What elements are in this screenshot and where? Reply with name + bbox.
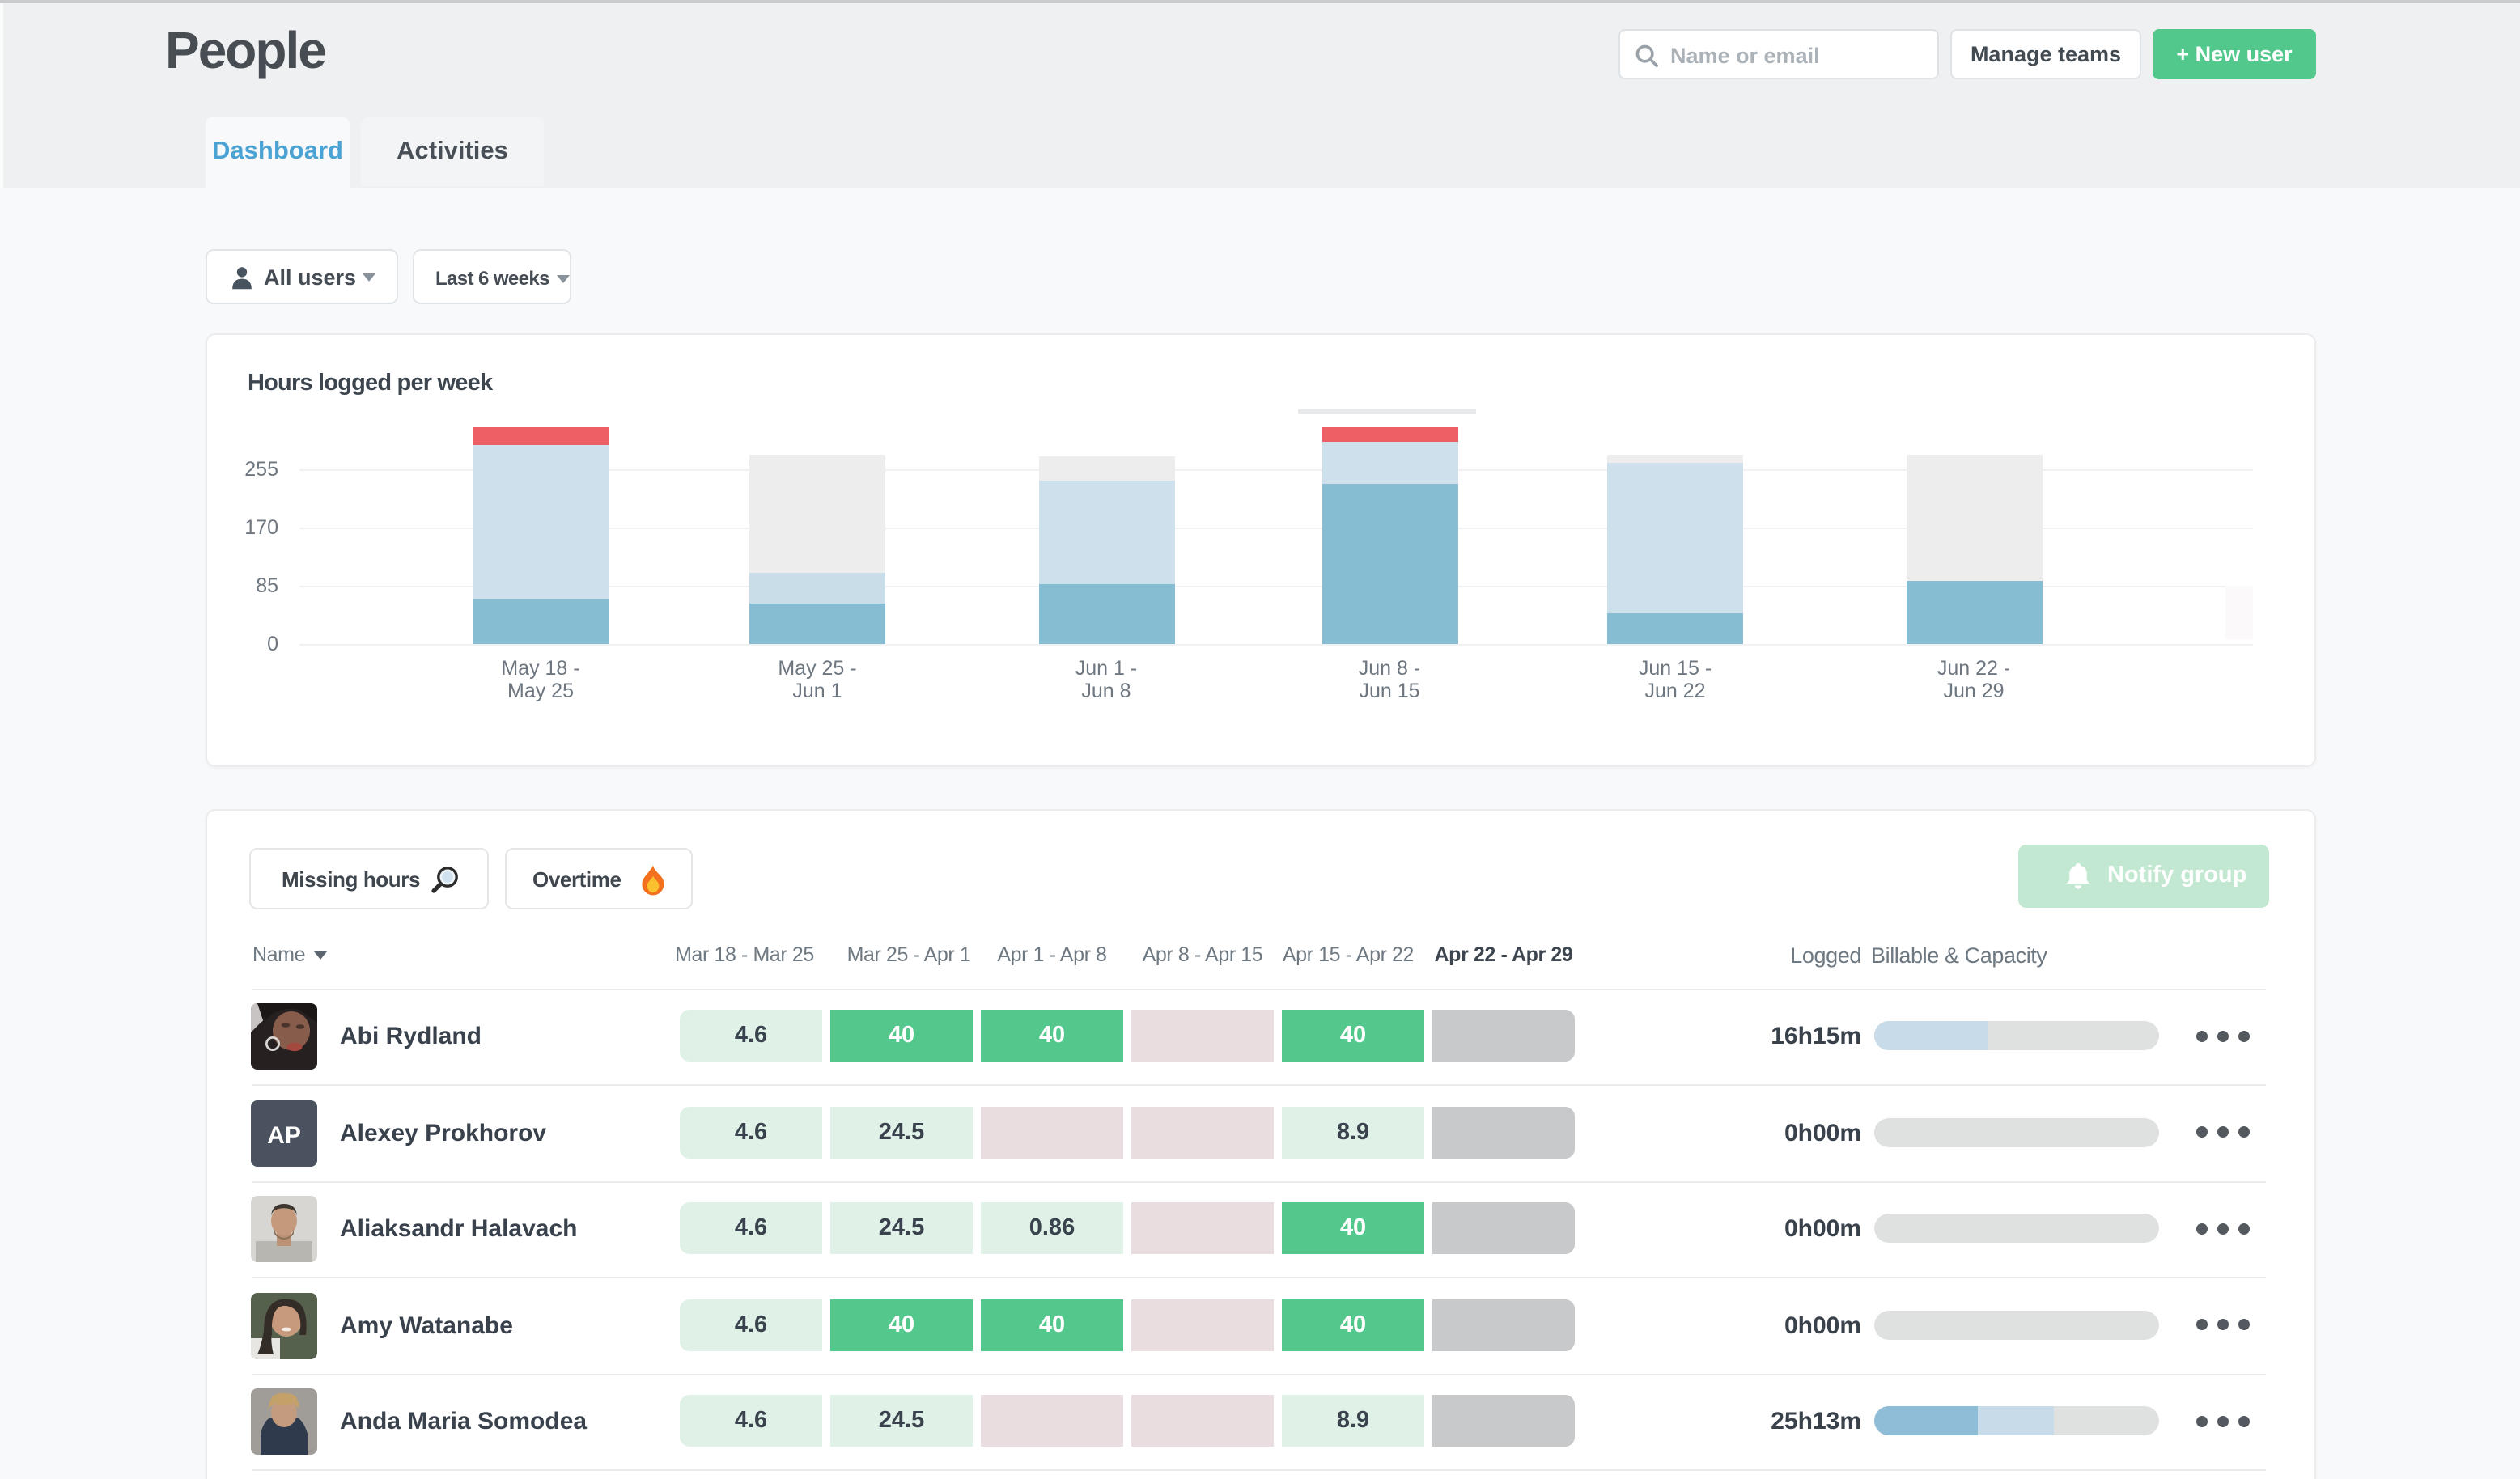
- svg-text:AP: AP: [267, 1121, 301, 1148]
